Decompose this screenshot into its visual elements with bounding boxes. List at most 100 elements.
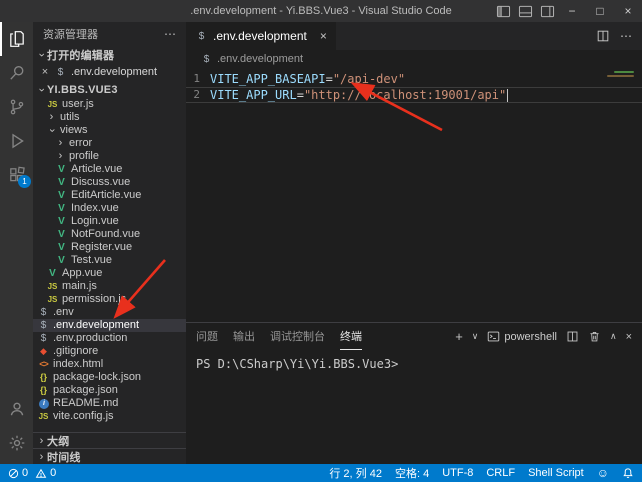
source-control-icon[interactable] (0, 90, 33, 124)
tree-item-.gitignore[interactable]: ◆.gitignore (33, 345, 186, 358)
tree-item-index.html[interactable]: <>index.html (33, 358, 186, 371)
tree-item-error[interactable]: ›error (33, 137, 186, 150)
tree-item-label: user.js (62, 98, 94, 111)
md-file-icon: i (39, 399, 49, 409)
editor-more-actions-icon[interactable]: ⋯ (620, 29, 632, 43)
tree-item-utils[interactable]: ›utils (33, 111, 186, 124)
tree-item-Index.vue[interactable]: VIndex.vue (33, 202, 186, 215)
env-file-icon: $ (37, 306, 50, 319)
close-editor-icon[interactable]: × (40, 66, 50, 78)
tree-item-label: Test.vue (71, 254, 112, 267)
tree-item-Test.vue[interactable]: VTest.vue (33, 254, 186, 267)
tree-item-label: EditArticle.vue (71, 189, 141, 202)
toggle-sidebar-icon[interactable] (492, 0, 514, 22)
minimap[interactable] (607, 71, 634, 77)
notifications-bell-icon[interactable] (622, 467, 634, 479)
tree-item-.env.development[interactable]: $.env.development (33, 319, 186, 332)
panel-tabs: 问题输出调试控制台终端 (196, 323, 362, 350)
panel-tab-输出[interactable]: 输出 (233, 323, 255, 350)
env-file-icon: $ (54, 66, 67, 79)
toggle-secondary-sidebar-icon[interactable] (536, 0, 558, 22)
toggle-panel-icon[interactable] (514, 0, 536, 22)
tree-item-Register.vue[interactable]: VRegister.vue (33, 241, 186, 254)
shell-picker[interactable]: powershell (487, 330, 557, 343)
line-number: 2 (186, 87, 210, 103)
split-terminal-icon[interactable] (566, 330, 579, 343)
tree-item-label: package.json (53, 384, 118, 397)
terminal-output[interactable]: PS D:\CSharp\Yi\Yi.BBS.Vue3> (186, 350, 642, 464)
tree-item-permission.js[interactable]: JSpermission.js (33, 293, 186, 306)
maximize-panel-icon[interactable]: ∧ (610, 331, 617, 342)
search-icon[interactable] (0, 56, 33, 90)
maximize-button[interactable]: □ (586, 0, 614, 22)
sidebar-title: 资源管理器 (43, 26, 98, 42)
explorer-icon[interactable] (0, 22, 33, 56)
tree-item-label: .gitignore (53, 345, 98, 358)
breadcrumb[interactable]: $ .env.development (186, 50, 642, 68)
more-actions-icon[interactable]: ⋯ (164, 27, 176, 41)
cursor-position-status[interactable]: 行 2, 列 42 (329, 465, 382, 481)
language-mode-status[interactable]: Shell Script (528, 467, 584, 479)
panel-tab-问题[interactable]: 问题 (196, 323, 218, 350)
code-editor[interactable]: 1VITE_APP_BASEAPI="/api-dev"2VITE_APP_UR… (186, 68, 642, 322)
project-section-header[interactable]: › YI.BBS.VUE3 (33, 81, 186, 98)
project-name-label: YI.BBS.VUE3 (47, 84, 118, 96)
tree-item-Discuss.vue[interactable]: VDiscuss.vue (33, 176, 186, 189)
tree-item-.env.production[interactable]: $.env.production (33, 332, 186, 345)
code-line-2[interactable]: 2VITE_APP_URL="http://localhost:19001/ap… (186, 87, 642, 103)
js-file-icon: JS (46, 280, 59, 293)
feedback-smiley-icon[interactable]: ☺ (597, 466, 609, 480)
vue-file-icon: V (55, 241, 68, 254)
chevron-collapsed-icon: › (46, 111, 57, 124)
sidebar-bottom-sections: › 大纲 › 时间线 (33, 432, 186, 464)
code-token: VITE_APP_URL (210, 87, 297, 103)
close-panel-icon[interactable]: × (626, 331, 632, 343)
run-debug-icon[interactable] (0, 124, 33, 158)
tree-item-Article.vue[interactable]: VArticle.vue (33, 163, 186, 176)
terminal-dropdown-icon[interactable]: ∨ (472, 331, 479, 342)
tree-item-main.js[interactable]: JSmain.js (33, 280, 186, 293)
code-line-1[interactable]: 1VITE_APP_BASEAPI="/api-dev" (186, 71, 642, 87)
new-terminal-icon[interactable]: + (455, 329, 463, 344)
explorer-sidebar: 资源管理器 ⋯ › 打开的编辑器 × $ .env.development › … (33, 22, 186, 464)
timeline-section-header[interactable]: › 时间线 (33, 448, 186, 464)
minimize-button[interactable]: − (558, 0, 586, 22)
panel-tab-终端[interactable]: 终端 (340, 323, 362, 350)
open-editors-header[interactable]: › 打开的编辑器 (33, 46, 186, 63)
tree-item-label: vite.config.js (53, 410, 114, 423)
tree-item-README.md[interactable]: iREADME.md (33, 397, 186, 410)
panel-actions: + ∨ powershell ∧ × (455, 323, 632, 350)
tree-item-label: index.html (53, 358, 103, 371)
encoding-status[interactable]: UTF-8 (442, 467, 473, 479)
tree-item-App.vue[interactable]: VApp.vue (33, 267, 186, 280)
kill-terminal-icon[interactable] (588, 330, 601, 343)
outline-section-header[interactable]: › 大纲 (33, 432, 186, 448)
tree-item-vite.config.js[interactable]: JSvite.config.js (33, 410, 186, 423)
tree-item-user.js[interactable]: JSuser.js (33, 98, 186, 111)
chevron-collapsed-icon: › (36, 435, 47, 447)
settings-gear-icon[interactable] (0, 426, 33, 460)
error-count: 0 (22, 467, 28, 479)
split-editor-icon[interactable] (596, 29, 610, 43)
tree-item-views[interactable]: ›views (33, 124, 186, 137)
env-file-icon: $ (37, 332, 50, 345)
tree-item-NotFound.vue[interactable]: VNotFound.vue (33, 228, 186, 241)
status-bar-right: 行 2, 列 42 空格: 4 UTF-8 CRLF Shell Script … (329, 465, 634, 481)
panel-tab-调试控制台[interactable]: 调试控制台 (270, 323, 325, 350)
close-window-button[interactable]: × (614, 0, 642, 22)
eol-status[interactable]: CRLF (486, 467, 515, 479)
open-editor-item[interactable]: × $ .env.development (33, 63, 186, 81)
tree-item-.env[interactable]: $.env (33, 306, 186, 319)
tab-env-development[interactable]: $ .env.development × (186, 22, 336, 50)
tree-item-package.json[interactable]: {}package.json (33, 384, 186, 397)
tree-item-profile[interactable]: ›profile (33, 150, 186, 163)
close-tab-icon[interactable]: × (320, 29, 327, 43)
json-file-icon: {} (37, 371, 50, 384)
account-icon[interactable] (0, 392, 33, 426)
tree-item-EditArticle.vue[interactable]: VEditArticle.vue (33, 189, 186, 202)
problems-status[interactable]: 0 0 (8, 467, 56, 479)
indentation-status[interactable]: 空格: 4 (395, 465, 429, 481)
tree-item-package-lock.json[interactable]: {}package-lock.json (33, 371, 186, 384)
tree-item-Login.vue[interactable]: VLogin.vue (33, 215, 186, 228)
extensions-icon[interactable]: 1 (0, 158, 33, 192)
